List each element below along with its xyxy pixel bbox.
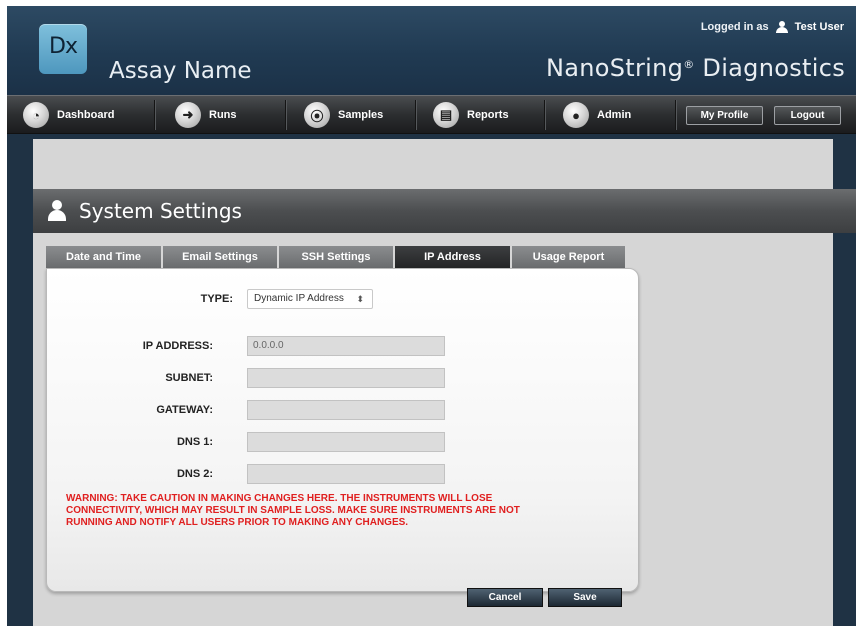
tab-date-and-time[interactable]: Date and Time [46, 246, 161, 268]
app-header: Dx Assay Name Logged in as Test User Nan… [7, 6, 856, 95]
nav-label: Dashboard [57, 109, 115, 121]
gateway-field[interactable] [247, 400, 445, 420]
person-icon [47, 200, 67, 222]
logo-text: Dx [49, 34, 78, 59]
logout-button[interactable]: Logout [774, 106, 841, 125]
login-prefix: Logged in as [700, 21, 769, 33]
arrow-right-icon: ➜ [175, 102, 201, 128]
main-nav: ◔ Dashboard ➜ Runs ⦿ Samples ▤ Reports ●… [7, 95, 856, 134]
nav-label: Admin [597, 109, 632, 121]
subnet-field[interactable] [247, 368, 445, 388]
page-title-bar: System Settings [33, 189, 856, 233]
tab-email-settings[interactable]: Email Settings [163, 246, 277, 268]
subnet-label: SUBNET: [165, 372, 213, 384]
cancel-button[interactable]: Cancel [467, 588, 543, 607]
user-icon [775, 21, 789, 33]
content-top-strip [33, 139, 833, 189]
nav-divider [154, 100, 155, 130]
ip-type-value: Dynamic IP Address [254, 293, 344, 304]
nav-divider [415, 100, 416, 130]
warning-message: WARNING: TAKE CAUTION IN MAKING CHANGES … [66, 493, 520, 528]
admin-icon: ● [563, 102, 589, 128]
ip-address-form: TYPE: Dynamic IP Address ⬍ IP ADDRESS: 0… [46, 268, 639, 592]
nav-divider [675, 100, 676, 130]
tab-usage-report[interactable]: Usage Report [512, 246, 625, 268]
samples-icon: ⦿ [304, 102, 330, 128]
dns2-label: DNS 2: [176, 468, 213, 480]
nav-admin[interactable]: ● Admin [563, 102, 631, 128]
dns1-field[interactable] [247, 432, 445, 452]
nav-label: Runs [209, 109, 237, 121]
reports-icon: ▤ [433, 102, 459, 128]
select-arrows-icon: ⬍ [356, 294, 364, 304]
brand-suffix: Diagnostics [694, 54, 845, 82]
assay-name: Assay Name [109, 58, 252, 84]
nav-divider [544, 100, 545, 130]
nav-label: Samples [338, 109, 384, 121]
type-label: TYPE: [200, 293, 233, 305]
page-title: System Settings [79, 199, 242, 223]
brand-name: NanoString® Diagnostics [546, 54, 845, 82]
gateway-label: GATEWAY: [156, 404, 213, 416]
nav-reports[interactable]: ▤ Reports [433, 102, 509, 128]
tab-ip-address[interactable]: IP Address [395, 246, 510, 268]
tab-ssh-settings[interactable]: SSH Settings [279, 246, 393, 268]
nav-divider [285, 100, 286, 130]
app-window: Dx Assay Name Logged in as Test User Nan… [7, 6, 856, 626]
save-button[interactable]: Save [548, 588, 622, 607]
registered-mark: ® [683, 58, 695, 71]
username[interactable]: Test User [795, 21, 844, 33]
nav-samples[interactable]: ⦿ Samples [304, 102, 383, 128]
ip-type-select[interactable]: Dynamic IP Address ⬍ [247, 289, 373, 309]
dns2-field[interactable] [247, 464, 445, 484]
dashboard-icon: ◔ [23, 102, 49, 128]
nav-runs[interactable]: ➜ Runs [175, 102, 237, 128]
ip-address-field[interactable]: 0.0.0.0 [247, 336, 445, 356]
brand-text: NanoString [546, 54, 684, 82]
login-status: Logged in as Test User [701, 21, 844, 33]
my-profile-button[interactable]: My Profile [686, 106, 763, 125]
dx-logo: Dx [39, 24, 87, 74]
ip-address-label: IP ADDRESS: [142, 340, 213, 352]
nav-dashboard[interactable]: ◔ Dashboard [23, 102, 114, 128]
dns1-label: DNS 1: [176, 436, 213, 448]
nav-label: Reports [467, 109, 509, 121]
